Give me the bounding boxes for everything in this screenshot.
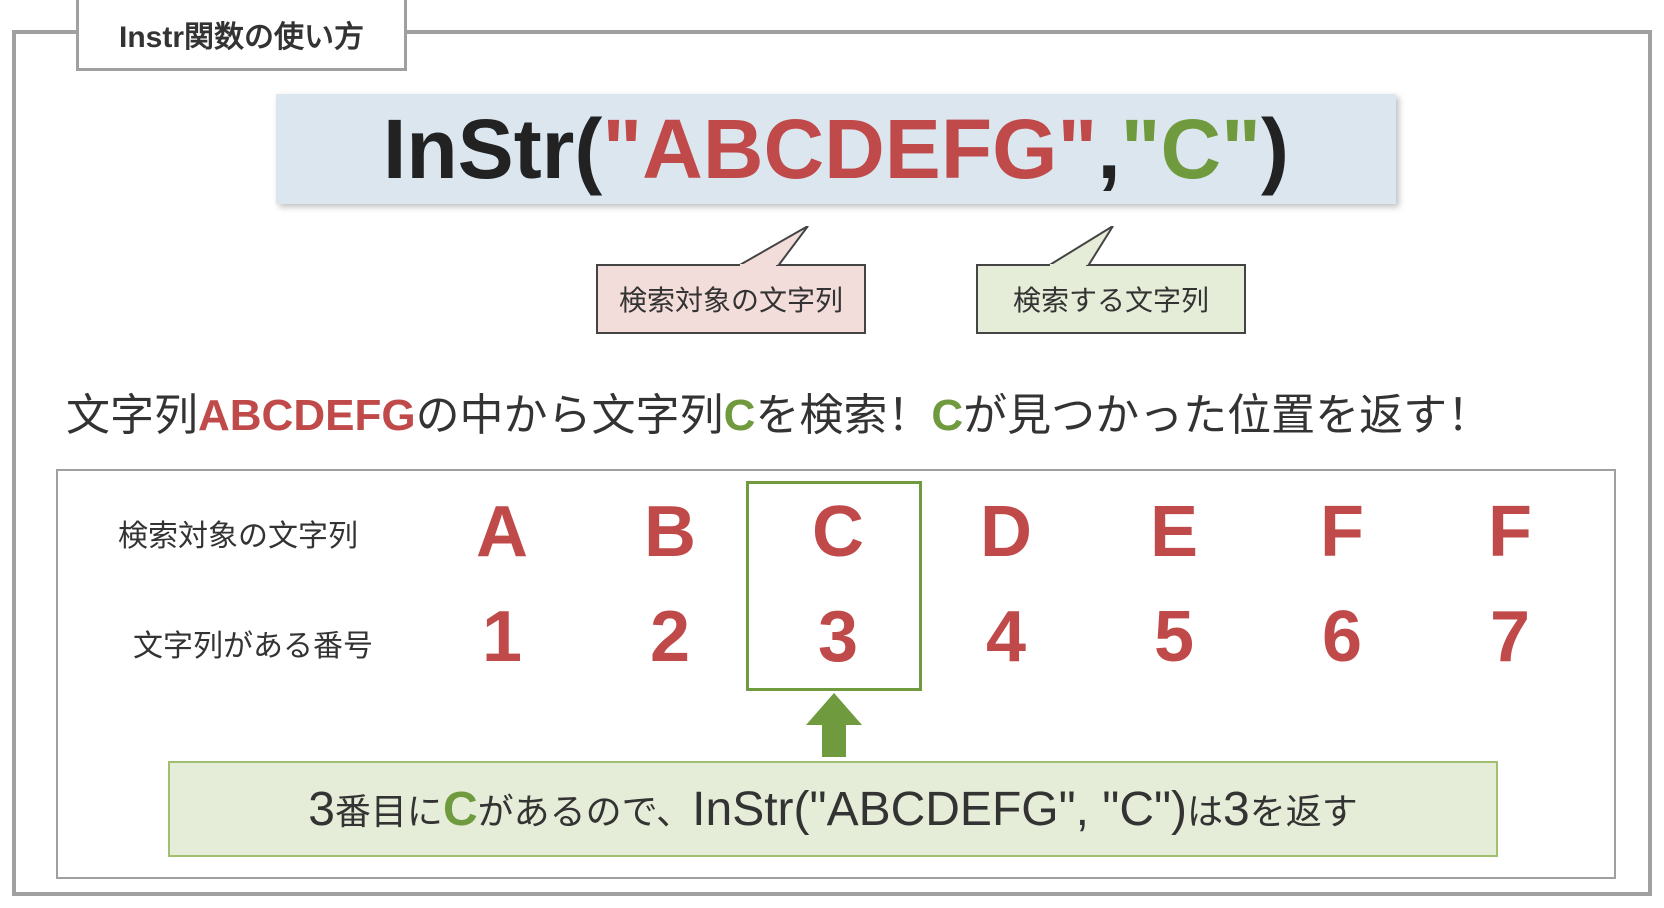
number-cell: 7	[1426, 596, 1594, 678]
result-expr: InStr("ABCDEFG", "C")	[692, 782, 1187, 837]
letter-cell: F	[1258, 491, 1426, 573]
explain-green1: C	[724, 391, 756, 440]
explain-green2: C	[931, 391, 963, 440]
explain-t1: 文字列	[66, 391, 198, 440]
row-label-numbers: 文字列がある番号	[133, 621, 373, 665]
result-t1: 番目に	[335, 783, 443, 835]
letter-cell: F	[1426, 491, 1594, 573]
number-cell: 6	[1258, 596, 1426, 678]
callout-search-string: 検索する文字列	[976, 264, 1246, 334]
code-expression: InStr("ABCDEFG", "C")	[276, 94, 1396, 204]
callout-pointer-icon	[1018, 226, 1118, 266]
code-arg2-close: "	[1221, 101, 1261, 198]
explanation-line: 文字列ABCDEFGの中から文字列Cを検索！Cが見つかった位置を返す！	[66, 379, 1491, 443]
result-t2: があるので、	[478, 783, 693, 835]
row-label-letters: 検索対象の文字列	[118, 511, 358, 555]
code-arg2-open: "	[1121, 101, 1161, 198]
code-arg2: C	[1160, 101, 1221, 198]
result-num2: 3	[1223, 782, 1250, 837]
letter-cell: A	[418, 491, 586, 573]
callout-2-text: 検索する文字列	[1013, 279, 1209, 319]
arrow-up-icon	[806, 693, 862, 757]
number-cell: 2	[586, 596, 754, 678]
letter-cell: C	[754, 491, 922, 573]
number-cell: 1	[418, 596, 586, 678]
callout-1-text: 検索対象の文字列	[619, 279, 843, 319]
explain-t4: が見つかった位置を返す！	[963, 391, 1491, 440]
number-cell: 5	[1090, 596, 1258, 678]
explain-red1: ABCDEFG	[198, 391, 416, 440]
diagram-title: Instr関数の使い方	[76, 0, 407, 71]
letter-cell: D	[922, 491, 1090, 573]
code-arg1-open: "	[602, 101, 642, 198]
letter-cell: E	[1090, 491, 1258, 573]
result-num1: 3	[308, 782, 335, 837]
letters-row: A B C D E F F	[418, 491, 1594, 573]
result-t3: は	[1187, 783, 1223, 835]
callout-pointer-icon	[738, 226, 818, 266]
code-end: )	[1261, 101, 1289, 198]
explain-t3: を検索！	[755, 391, 931, 440]
example-panel: 検索対象の文字列 文字列がある番号 A B C D E F F 1 2 3 4 …	[56, 469, 1616, 879]
letter-cell: B	[586, 491, 754, 573]
result-c: C	[443, 782, 478, 837]
number-cell: 3	[754, 596, 922, 678]
code-fn: InStr(	[383, 101, 602, 198]
code-arg1: ABCDEFG	[642, 101, 1057, 198]
number-cell: 4	[922, 596, 1090, 678]
callout-target-string: 検索対象の文字列	[596, 264, 866, 334]
code-sep: ,	[1097, 101, 1120, 198]
explain-t2: の中から文字列	[416, 391, 724, 440]
result-statement: 3番目にCがあるので、InStr("ABCDEFG", "C")は3を返す	[168, 761, 1498, 857]
code-arg1-close: "	[1057, 101, 1097, 198]
result-t4: を返す	[1250, 783, 1358, 835]
diagram-frame: Instr関数の使い方 InStr("ABCDEFG", "C") 検索対象の文…	[12, 30, 1652, 896]
numbers-row: 1 2 3 4 5 6 7	[418, 596, 1594, 678]
